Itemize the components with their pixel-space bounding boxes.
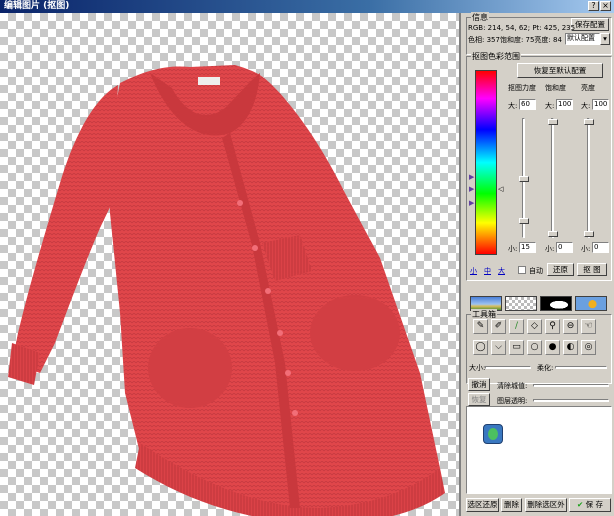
fill-icon[interactable]: ● [545,340,560,355]
hsl-readout: 色相: 357饱和度: 75亮度: 84 [468,36,562,44]
save-label: 保 存 [585,500,604,509]
size-medium-link[interactable]: 中 [484,266,491,276]
layer-opacity-label: 图层透明: [497,397,528,405]
mask-thumbnail[interactable] [540,296,572,311]
restore-default-button[interactable]: 恢复至默认配置 [517,63,603,78]
brush-size-slider[interactable] [485,366,531,369]
control-panel: 信息 保存配置 RGB: 214, 54, 62; Pt: 425, 235 色… [463,12,614,516]
layer-icon[interactable] [483,424,503,444]
hue-marker-icon[interactable]: ▶ [469,173,474,181]
brightness-lower-thumb[interactable] [584,231,594,237]
cutout-thumbnail[interactable] [505,296,537,311]
eyedropper-icon[interactable]: ✎ [473,319,488,334]
size-label: 大小: [469,364,486,372]
save-button[interactable]: ✔ 保 存 [569,498,611,512]
brightness-big-label: 大: [581,102,591,110]
lasso-icon[interactable]: ◯ [473,340,488,355]
strength-big-label: 大: [508,102,518,110]
brightness-small-field[interactable]: 0 [592,242,609,253]
info-label: 信息 [471,12,489,23]
saturation-header: 饱和度 [545,84,566,92]
color-range-label: 抠图色彩范围 [471,51,521,62]
ellipse-select-icon[interactable]: ○ [527,340,542,355]
size-large-link[interactable]: 大 [498,266,505,276]
restore-button[interactable]: 还原 [547,263,574,276]
config-select[interactable]: 默认配置 [565,33,600,45]
layer-opacity-slider[interactable] [533,399,609,402]
brightness-big-field[interactable]: 100 [592,99,609,110]
brightness-track[interactable] [587,118,590,238]
brightness-upper-thumb[interactable] [584,119,594,125]
eraser-icon[interactable]: ◇ [527,319,542,334]
strength-big-field[interactable]: 60 [519,99,536,110]
hue-marker-icon[interactable]: ▶ [469,199,474,207]
delete-outside-button[interactable]: 删除选区外 [525,498,567,512]
soft-label: 柔化: [537,364,554,372]
strength-small-field[interactable]: 15 [519,242,536,253]
garment-image [8,65,445,516]
save-config-button[interactable]: 保存配置 [571,18,609,31]
layer-list[interactable] [466,406,612,494]
cut-button[interactable]: 抠 图 [577,263,607,276]
saturation-small-label: 小: [545,245,555,253]
saturation-big-field[interactable]: 100 [556,99,573,110]
blur-icon[interactable]: ◐ [563,340,578,355]
chevron-down-icon[interactable]: ▾ [600,33,610,45]
hand-icon[interactable]: ☜ [581,319,596,334]
hue-pointer-icon: ◁ [498,185,504,193]
undo-button[interactable]: 撤消 [468,378,490,391]
brush-icon[interactable]: ∕ [509,319,524,334]
strength-lower-thumb[interactable] [519,218,529,224]
rgb-readout: RGB: 214, 54, 62; Pt: 425, 235 [468,24,576,32]
auto-label: 自动 [529,267,543,275]
result-thumbnail[interactable] [575,296,607,311]
auto-checkbox[interactable] [518,266,526,274]
strength-header: 抠图力度 [508,84,536,92]
close-button[interactable]: × [600,1,611,11]
window-title: 编辑图片 (抠图) [4,1,70,11]
window-title-bar: 编辑图片 (抠图) [0,0,614,13]
brightness-header: 亮度 [581,84,595,92]
saturation-small-field[interactable]: 0 [556,242,573,253]
redo-button[interactable]: 恢复 [468,393,490,406]
strength-upper-thumb[interactable] [519,176,529,182]
saturation-upper-thumb[interactable] [548,119,558,125]
restore-region-button[interactable]: 选区还原 [466,498,499,512]
brightness-small-label: 小: [581,245,591,253]
strength-small-label: 小: [508,245,518,253]
clear-area-slider[interactable] [533,384,609,387]
checkmark-icon: ✔ [576,500,584,509]
saturation-big-label: 大: [545,102,555,110]
clear-area-label: 清除城值: [497,382,528,390]
softness-slider[interactable] [555,366,607,369]
hue-marker-icon[interactable]: ▶ [469,185,474,193]
polygon-lasso-icon[interactable]: ⌵ [491,340,506,355]
magnifier-icon[interactable]: ⚲ [545,319,560,334]
saturation-lower-thumb[interactable] [548,231,558,237]
image-canvas[interactable] [0,13,461,516]
pen-icon[interactable]: ✐ [491,319,506,334]
size-small-link[interactable]: 小 [470,266,477,276]
zoom-out-icon[interactable]: ⊖ [563,319,578,334]
rect-select-icon[interactable]: ▭ [509,340,524,355]
hue-spectrum[interactable] [475,70,497,255]
help-button[interactable]: ? [588,1,599,11]
delete-button[interactable]: 删除 [501,498,522,512]
saturation-track[interactable] [551,118,554,238]
spiral-icon[interactable]: ◎ [581,340,596,355]
